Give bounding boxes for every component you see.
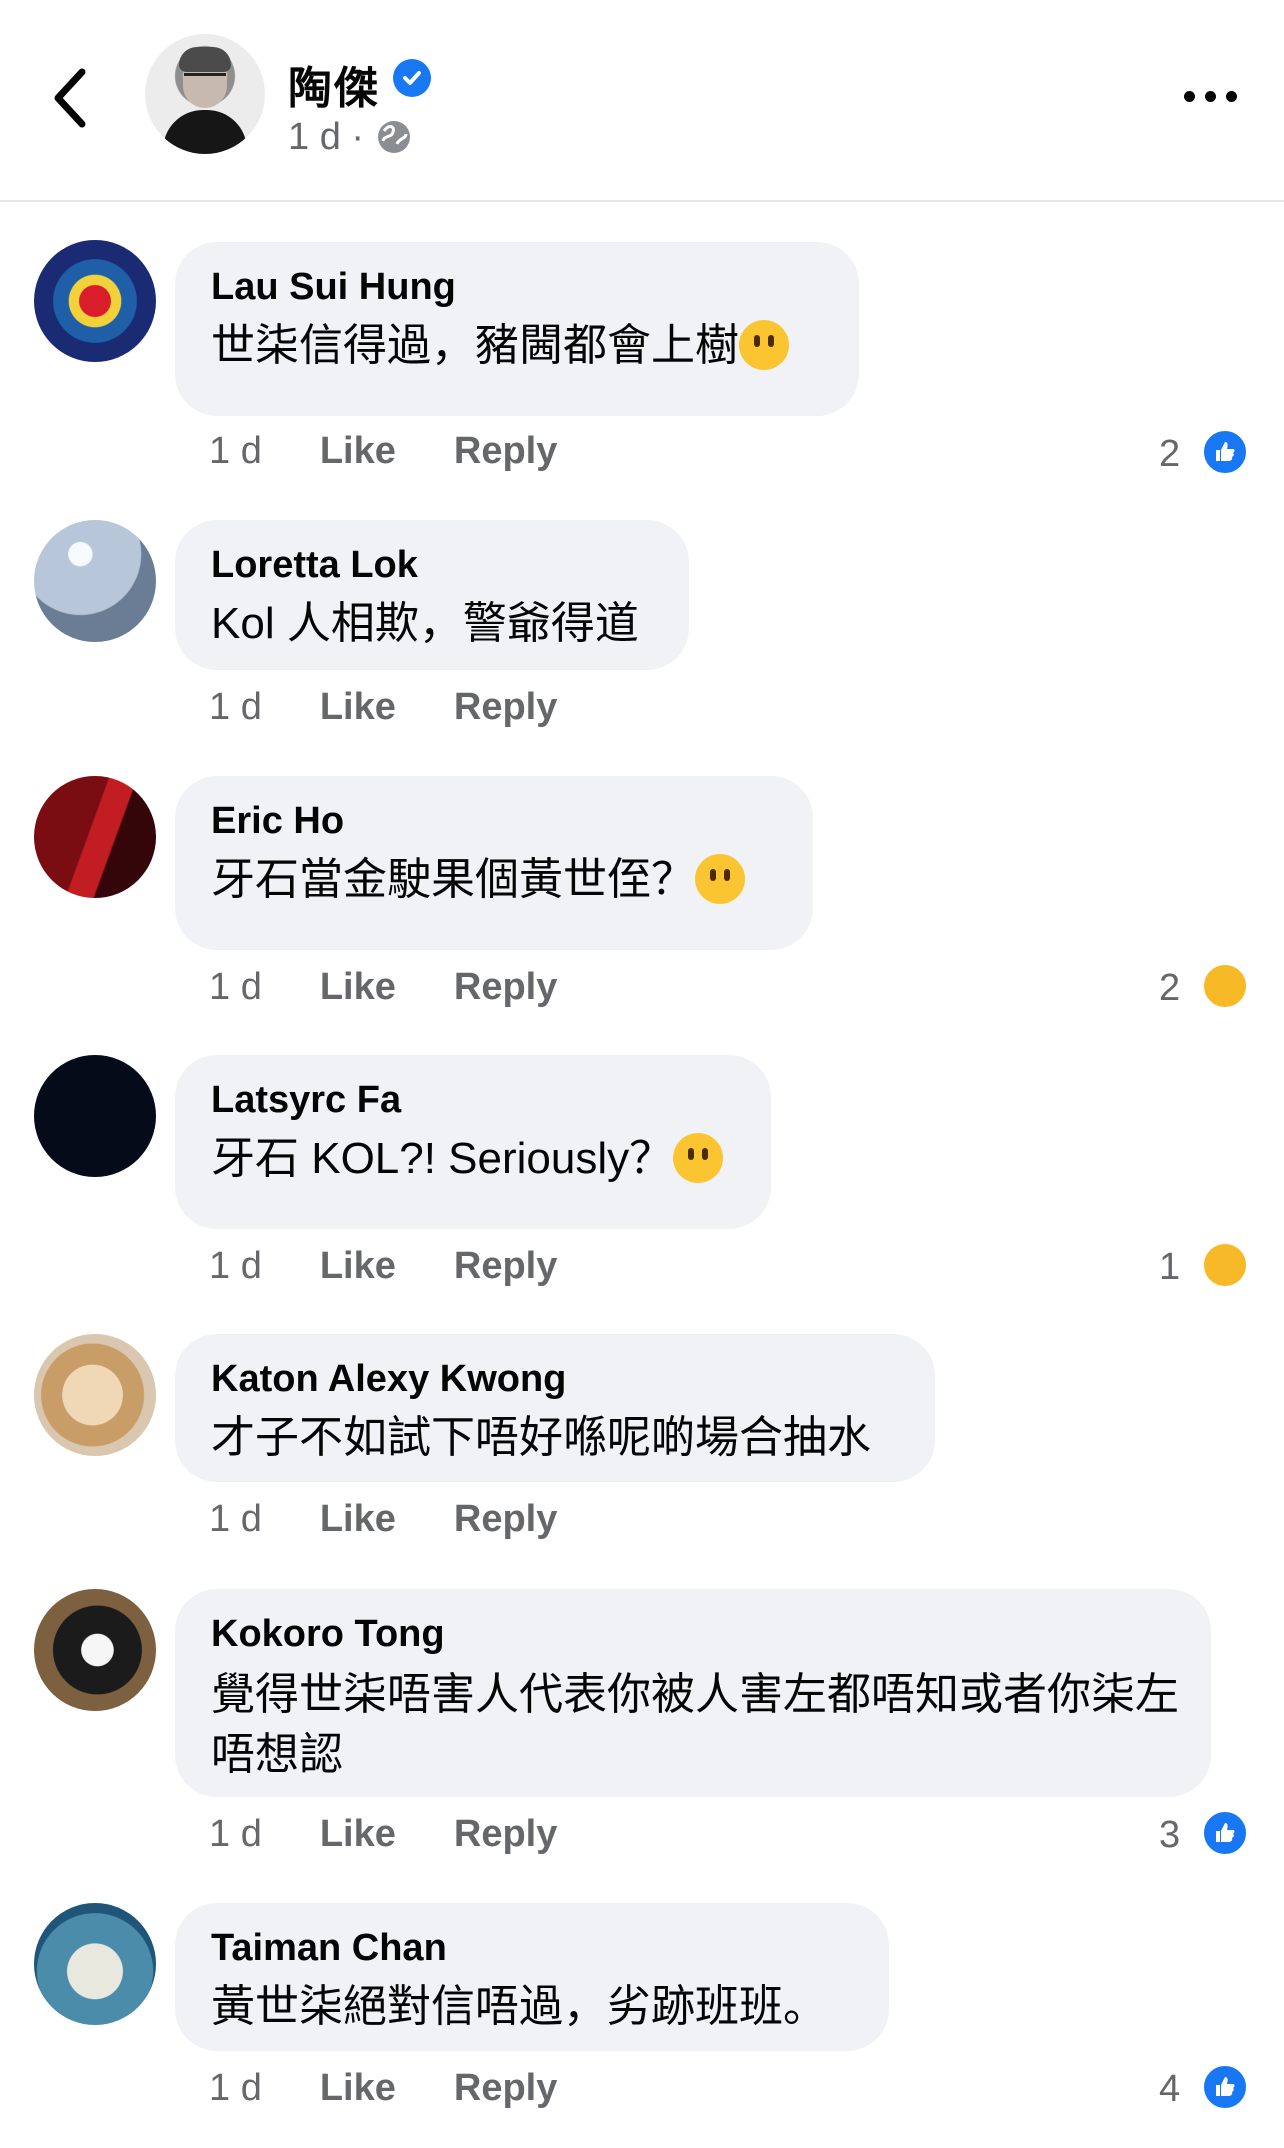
comment-bubble: Eric Ho 牙石當金駛果個黃世侄？ bbox=[175, 776, 813, 950]
comment-time: 1 d bbox=[209, 966, 262, 1008]
more-options-button[interactable] bbox=[1184, 88, 1238, 104]
comment-author[interactable]: Taiman Chan bbox=[211, 1925, 851, 1971]
like-button[interactable]: Like bbox=[320, 1498, 396, 1541]
commenter-avatar[interactable] bbox=[34, 776, 156, 898]
comment-text: 牙石 KOL?! Seriously？ bbox=[211, 1131, 733, 1187]
author-avatar[interactable] bbox=[145, 34, 265, 154]
comment-bubble: Taiman Chan 黃世柒絕對信唔過，劣跡班班。 bbox=[175, 1903, 889, 2051]
reaction-count: 1 bbox=[1159, 1246, 1181, 1288]
comment-meta: 1 d Like Reply bbox=[209, 1498, 615, 1541]
reply-button[interactable]: Reply bbox=[454, 1498, 557, 1541]
melting-face-emoji-icon bbox=[695, 854, 745, 904]
verified-check-icon bbox=[393, 59, 431, 97]
comment-time: 1 d bbox=[209, 430, 262, 472]
commenter-avatar[interactable] bbox=[34, 520, 156, 642]
reply-button[interactable]: Reply bbox=[454, 430, 557, 473]
reaction-count: 4 bbox=[1159, 2068, 1181, 2110]
comment-bubble: Loretta Lok Kol 人相欺，警爺得道 bbox=[175, 520, 689, 670]
commenter-avatar[interactable] bbox=[34, 1334, 156, 1456]
comment-author[interactable]: Katon Alexy Kwong bbox=[211, 1356, 897, 1402]
comment-author[interactable]: Lau Sui Hung bbox=[211, 264, 821, 310]
comment-author[interactable]: Latsyrc Fa bbox=[211, 1077, 733, 1123]
like-reaction-icon bbox=[1201, 2063, 1249, 2111]
comment-meta: 1 d Like Reply bbox=[209, 1813, 615, 1856]
like-reaction-icon bbox=[1201, 1809, 1249, 1857]
reply-button[interactable]: Reply bbox=[454, 686, 557, 729]
comment-meta: 1 d Like Reply bbox=[209, 1245, 615, 1288]
comment-time: 1 d bbox=[209, 1245, 262, 1287]
comment-text: 世柒信得過，豬閪都會上樹 bbox=[211, 318, 821, 374]
commenter-avatar[interactable] bbox=[34, 1903, 156, 2025]
comment-time: 1 d bbox=[209, 2067, 262, 2109]
like-button[interactable]: Like bbox=[320, 966, 396, 1009]
post-header: 陶傑 1 d · bbox=[0, 0, 1284, 202]
comment-text: 黃世柒絕對信唔過，劣跡班班。 bbox=[211, 1982, 827, 2031]
chevron-left-icon bbox=[54, 68, 86, 128]
comment-meta: 1 d Like Reply bbox=[209, 686, 615, 729]
comment-time: 1 d bbox=[209, 1813, 262, 1855]
comment-author[interactable]: Kokoro Tong bbox=[211, 1611, 1173, 1657]
comment-meta: 1 d Like Reply bbox=[209, 2067, 615, 2110]
commenter-avatar[interactable] bbox=[34, 1055, 156, 1177]
comment-text: 才子不如試下唔好喺呢啲場合抽水 bbox=[211, 1413, 871, 1462]
like-button[interactable]: Like bbox=[320, 1813, 396, 1856]
reaction-summary[interactable]: 1 bbox=[1159, 1241, 1249, 1289]
reaction-count: 2 bbox=[1159, 967, 1181, 1009]
like-button[interactable]: Like bbox=[320, 2067, 396, 2110]
reaction-count: 3 bbox=[1159, 1814, 1181, 1856]
reaction-summary[interactable]: 4 bbox=[1159, 2063, 1249, 2111]
comment-text: 牙石當金駛果個黃世侄？ bbox=[211, 852, 775, 908]
haha-reaction-icon bbox=[1201, 1241, 1249, 1289]
post-author-name[interactable]: 陶傑 bbox=[288, 52, 380, 116]
comment-text: 覺得世柒唔害人代表你被人害左都唔知或者你柒左唔想認 bbox=[211, 1670, 1179, 1779]
back-button[interactable] bbox=[44, 62, 98, 134]
commenter-avatar[interactable] bbox=[34, 240, 156, 362]
reply-button[interactable]: Reply bbox=[454, 1245, 557, 1288]
slight-smile-emoji-icon bbox=[739, 320, 789, 370]
like-button[interactable]: Like bbox=[320, 1245, 396, 1288]
comment-time: 1 d bbox=[209, 686, 262, 728]
comment-author[interactable]: Loretta Lok bbox=[211, 542, 651, 588]
globe-icon bbox=[378, 121, 410, 153]
like-button[interactable]: Like bbox=[320, 686, 396, 729]
reaction-summary[interactable]: 2 bbox=[1159, 428, 1249, 476]
reply-button[interactable]: Reply bbox=[454, 1813, 557, 1856]
commenter-avatar[interactable] bbox=[34, 1589, 156, 1711]
like-button[interactable]: Like bbox=[320, 430, 396, 473]
comment-meta: 1 d Like Reply bbox=[209, 966, 615, 1009]
comment-bubble: Kokoro Tong 覺得世柒唔害人代表你被人害左都唔知或者你柒左唔想認 bbox=[175, 1589, 1211, 1797]
reaction-summary[interactable]: 2 bbox=[1159, 962, 1249, 1010]
reply-button[interactable]: Reply bbox=[454, 2067, 557, 2110]
comment-bubble: Latsyrc Fa 牙石 KOL?! Seriously？ bbox=[175, 1055, 771, 1229]
reaction-summary[interactable]: 3 bbox=[1159, 1809, 1249, 1857]
comment-meta: 1 d Like Reply bbox=[209, 430, 615, 473]
comment-bubble: Katon Alexy Kwong 才子不如試下唔好喺呢啲場合抽水 bbox=[175, 1334, 935, 1482]
reply-button[interactable]: Reply bbox=[454, 966, 557, 1009]
comment-author[interactable]: Eric Ho bbox=[211, 798, 775, 844]
haha-reaction-icon bbox=[1201, 962, 1249, 1010]
comment-text: Kol 人相欺，警爺得道 bbox=[211, 599, 639, 648]
post-time: 1 d · bbox=[288, 116, 365, 158]
like-reaction-icon bbox=[1201, 428, 1249, 476]
comment-bubble: Lau Sui Hung 世柒信得過，豬閪都會上樹 bbox=[175, 242, 859, 416]
reaction-count: 2 bbox=[1159, 433, 1181, 475]
comment-time: 1 d bbox=[209, 1498, 262, 1540]
face-with-hand-over-mouth-emoji-icon bbox=[673, 1133, 724, 1183]
